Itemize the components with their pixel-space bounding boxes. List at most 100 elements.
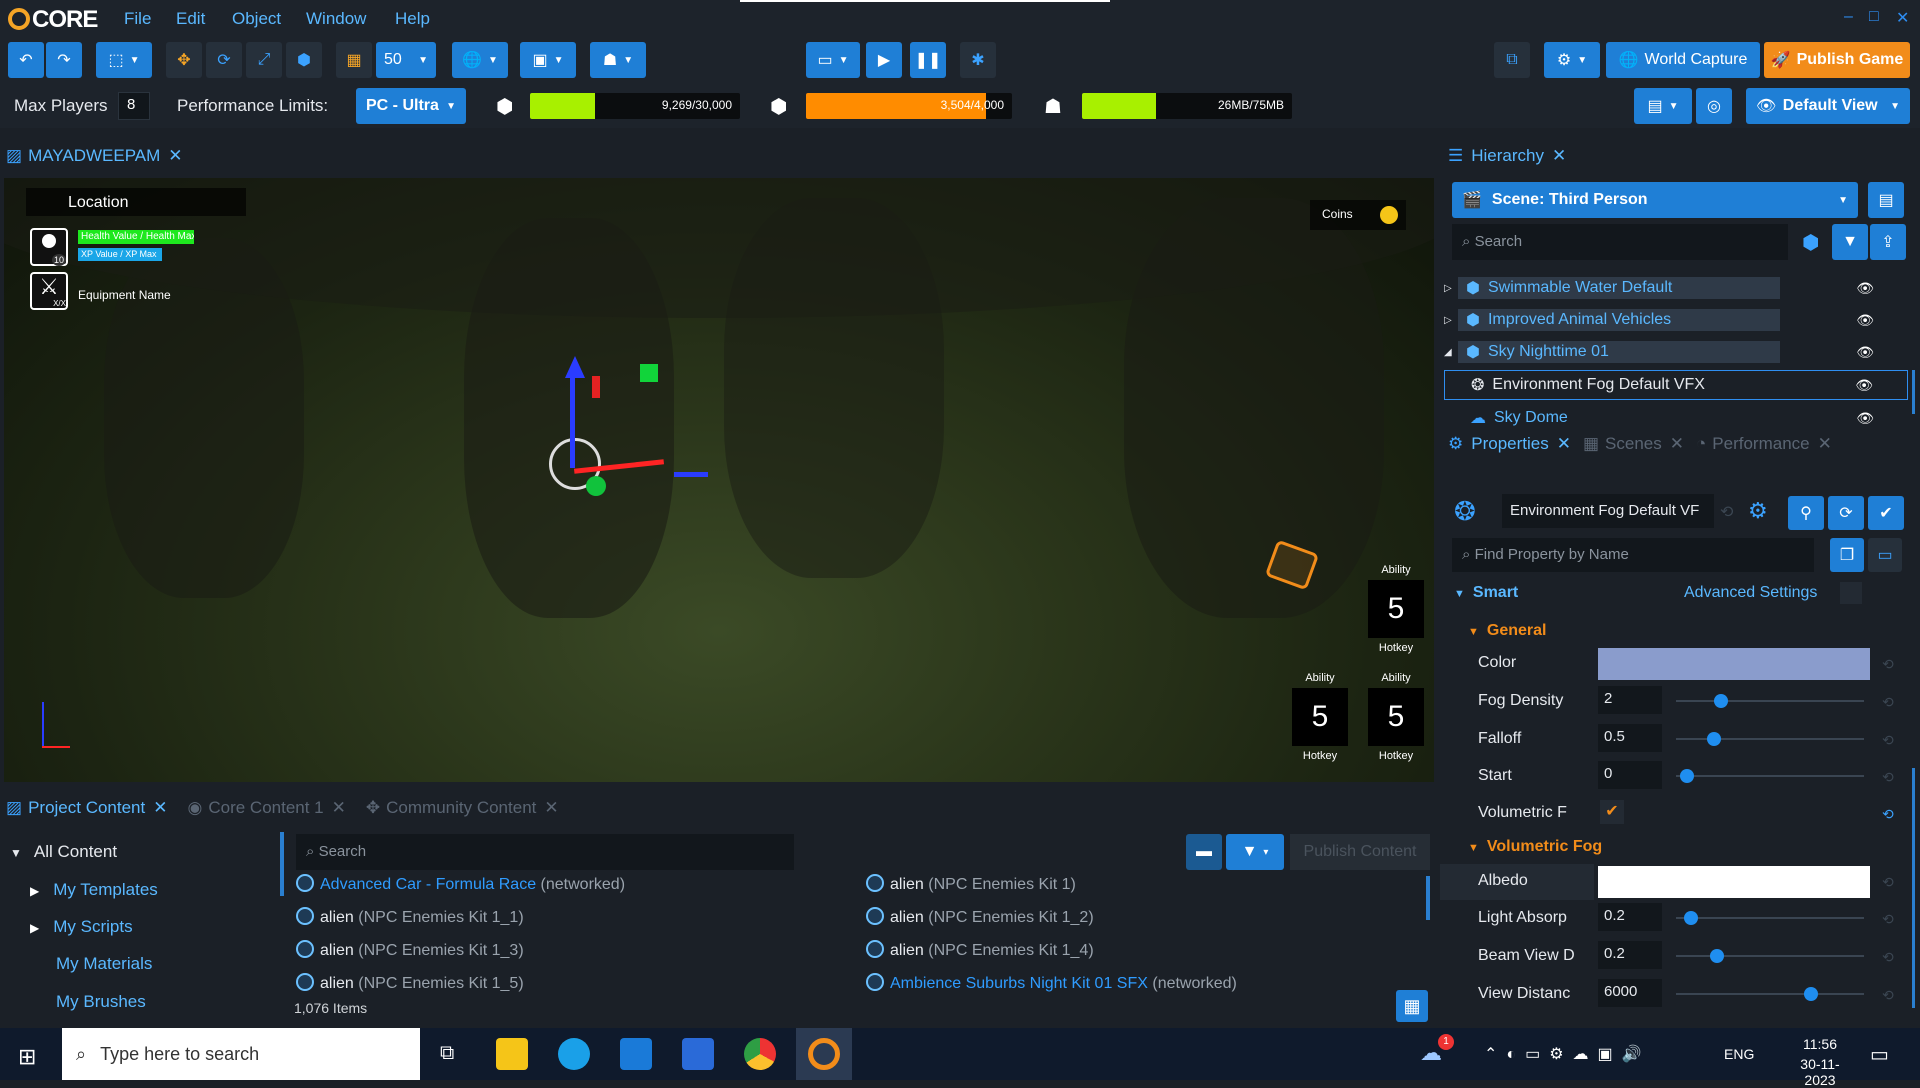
player-settings-dropdown[interactable]: ☗ ▼ — [590, 42, 646, 78]
copy-button[interactable]: ❐ — [1830, 538, 1864, 572]
task-view-icon[interactable]: ⧉ — [440, 1042, 454, 1065]
gizmo-z-handle[interactable] — [586, 476, 606, 496]
reset-icon[interactable]: ⟲ — [1882, 806, 1894, 823]
volumetric-fog-checkbox[interactable]: ✔ — [1600, 800, 1624, 824]
tree-all-content[interactable]: ▼ All Content — [10, 842, 117, 862]
taskbar-search[interactable]: ⌕ Type here to search — [62, 1028, 420, 1080]
hierarchy-filter-button[interactable]: ▼ — [1832, 224, 1868, 260]
reset-icon[interactable]: ⟲ — [1882, 911, 1894, 928]
view-toggle-button[interactable]: ◎ — [1696, 88, 1732, 124]
filter-dropdown[interactable]: ▼ ▾ — [1226, 834, 1284, 870]
publish-content-button[interactable]: Publish Content — [1290, 834, 1430, 870]
max-players-input[interactable]: 8 — [118, 92, 150, 120]
camera-dropdown[interactable]: ▣ ▼ — [520, 42, 576, 78]
edge-icon[interactable] — [558, 1038, 590, 1070]
reset-icon[interactable]: ⟲ — [1882, 769, 1894, 786]
tab-core-content[interactable]: Core Content 1 — [208, 798, 323, 818]
asset-item[interactable]: Ambience Suburbs Night Kit 01 SFX (netwo… — [866, 973, 1237, 993]
hierarchy-scrollbar[interactable] — [1912, 370, 1915, 414]
tab-properties[interactable]: Properties — [1471, 434, 1548, 454]
slider-knob[interactable] — [1706, 732, 1721, 746]
hierarchy-item[interactable]: ◢ ⬢ Sky Nighttime 01 👁 — [1444, 338, 1908, 366]
paste-button[interactable]: ▭ — [1868, 538, 1902, 572]
slider-knob[interactable] — [1710, 949, 1725, 963]
gizmo-y-axis[interactable] — [570, 368, 575, 468]
undo-button[interactable]: ↶ — [8, 42, 44, 78]
core-app-active[interactable] — [796, 1028, 852, 1080]
scale-tool-button[interactable]: ⤢ — [246, 42, 282, 78]
menu-object[interactable]: Object — [232, 9, 281, 29]
eye-icon[interactable]: 👁 — [1856, 410, 1874, 427]
close-icon[interactable]: ✕ — [544, 798, 558, 818]
light-absorption-slider[interactable] — [1676, 911, 1864, 925]
tools-dropdown[interactable]: ⚙ ▼ — [1544, 42, 1600, 78]
eye-icon[interactable]: 👁 — [1856, 280, 1874, 297]
find-property-input[interactable]: ⌕ Find Property by Name — [1452, 538, 1814, 572]
menu-file[interactable]: File — [124, 9, 151, 29]
grid-snap-button[interactable]: ▦ — [336, 42, 372, 78]
tree-item-materials[interactable]: My Materials — [56, 954, 152, 974]
tree-scrollbar[interactable] — [280, 832, 284, 896]
grid-size-dropdown[interactable]: 50 ▼ — [376, 42, 436, 78]
hierarchy-item[interactable]: ▷ ⬢ Improved Animal Vehicles 👁 — [1444, 306, 1908, 334]
language-indicator[interactable]: ENG — [1724, 1046, 1754, 1062]
publish-game-button[interactable]: 🚀 Publish Game — [1764, 42, 1910, 78]
close-icon[interactable]: ✕ — [168, 146, 182, 166]
advanced-settings-checkbox[interactable] — [1840, 582, 1862, 604]
close-icon[interactable]: ✕ — [1552, 146, 1566, 166]
open-folder-button[interactable]: ▬ — [1186, 834, 1222, 870]
asset-item[interactable]: alien (NPC Enemies Kit 1_3) — [296, 940, 625, 973]
smart-section[interactable]: ▼ Smart — [1454, 584, 1518, 602]
asset-scrollbar[interactable] — [1426, 876, 1430, 920]
menu-window[interactable]: Window — [306, 9, 366, 29]
preview-mode-dropdown[interactable]: ▭ ▼ — [806, 42, 860, 78]
view-distance-input[interactable]: 6000 — [1598, 979, 1662, 1007]
close-icon[interactable]: ✕ — [1670, 434, 1684, 454]
world-capture-button[interactable]: 🌐 World Capture — [1606, 42, 1760, 78]
hierarchy-item[interactable]: ▷ ⬢ Swimmable Water Default 👁 — [1444, 274, 1908, 302]
eye-icon[interactable]: 👁 — [1856, 312, 1874, 329]
hierarchy-search-input[interactable]: ⌕ Search — [1452, 224, 1788, 260]
close-icon[interactable]: ✕ — [153, 798, 167, 818]
debug-button[interactable]: ✱ — [960, 42, 996, 78]
gizmo-plane-handle[interactable] — [640, 364, 658, 382]
reset-icon[interactable]: ⟲ — [1882, 949, 1894, 966]
world-local-dropdown[interactable]: 🌐 ▼ — [452, 42, 508, 78]
falloff-input[interactable]: 0.5 — [1598, 724, 1662, 752]
reset-icon[interactable]: ⟲ — [1882, 732, 1894, 749]
chrome-icon[interactable] — [744, 1038, 776, 1070]
reset-icon[interactable]: ⟲ — [1882, 874, 1894, 891]
reset-icon[interactable]: ⟲ — [1882, 987, 1894, 1004]
notifications-icon[interactable]: ▭ — [1870, 1042, 1889, 1067]
advanced-settings-toggle[interactable]: Advanced Settings — [1684, 584, 1817, 602]
slider-knob[interactable] — [1714, 694, 1729, 708]
minimize-button[interactable]: – — [1844, 8, 1853, 26]
close-icon[interactable]: ✕ — [1818, 434, 1832, 454]
asset-item[interactable]: alien (NPC Enemies Kit 1) — [866, 874, 1237, 907]
selection-mode-dropdown[interactable]: ⬚ ▼ — [96, 42, 152, 78]
eye-icon[interactable]: 👁 — [1856, 344, 1874, 361]
close-icon[interactable]: ✕ — [1557, 434, 1571, 454]
scene-settings-button[interactable]: ▤ — [1868, 182, 1904, 218]
local-space-button[interactable]: ⬢ — [286, 42, 322, 78]
redo-button[interactable]: ↷ — [46, 42, 82, 78]
tree-item-templates[interactable]: ▶ My Templates — [30, 880, 158, 900]
mail-icon[interactable] — [620, 1038, 652, 1070]
albedo-swatch[interactable] — [1598, 866, 1870, 898]
fog-density-input[interactable]: 2 — [1598, 686, 1662, 714]
apply-button[interactable]: ✔ — [1868, 496, 1904, 530]
asset-item[interactable]: alien (NPC Enemies Kit 1_1) — [296, 907, 625, 940]
tab-community-content[interactable]: Community Content — [386, 798, 536, 818]
fog-density-slider[interactable] — [1676, 694, 1864, 708]
slider-knob[interactable] — [1680, 769, 1695, 783]
general-section[interactable]: ▼ General — [1468, 622, 1546, 640]
tree-item-scripts[interactable]: ▶ My Scripts — [30, 917, 133, 937]
tree-item-brushes[interactable]: My Brushes — [56, 992, 146, 1012]
gizmo-z-axis[interactable] — [674, 472, 708, 477]
performance-limits-dropdown[interactable]: PC - Ultra ▼ — [356, 88, 466, 124]
pause-button[interactable]: ❚❚ — [910, 42, 946, 78]
tab-project-content[interactable]: Project Content — [28, 798, 145, 818]
reset-icon[interactable]: ⟲ — [1882, 656, 1894, 673]
object-name-input[interactable]: Environment Fog Default VF — [1502, 494, 1714, 528]
system-tray-icons[interactable]: ⌃◐▭⚙☁▣🔊 — [1484, 1044, 1651, 1064]
